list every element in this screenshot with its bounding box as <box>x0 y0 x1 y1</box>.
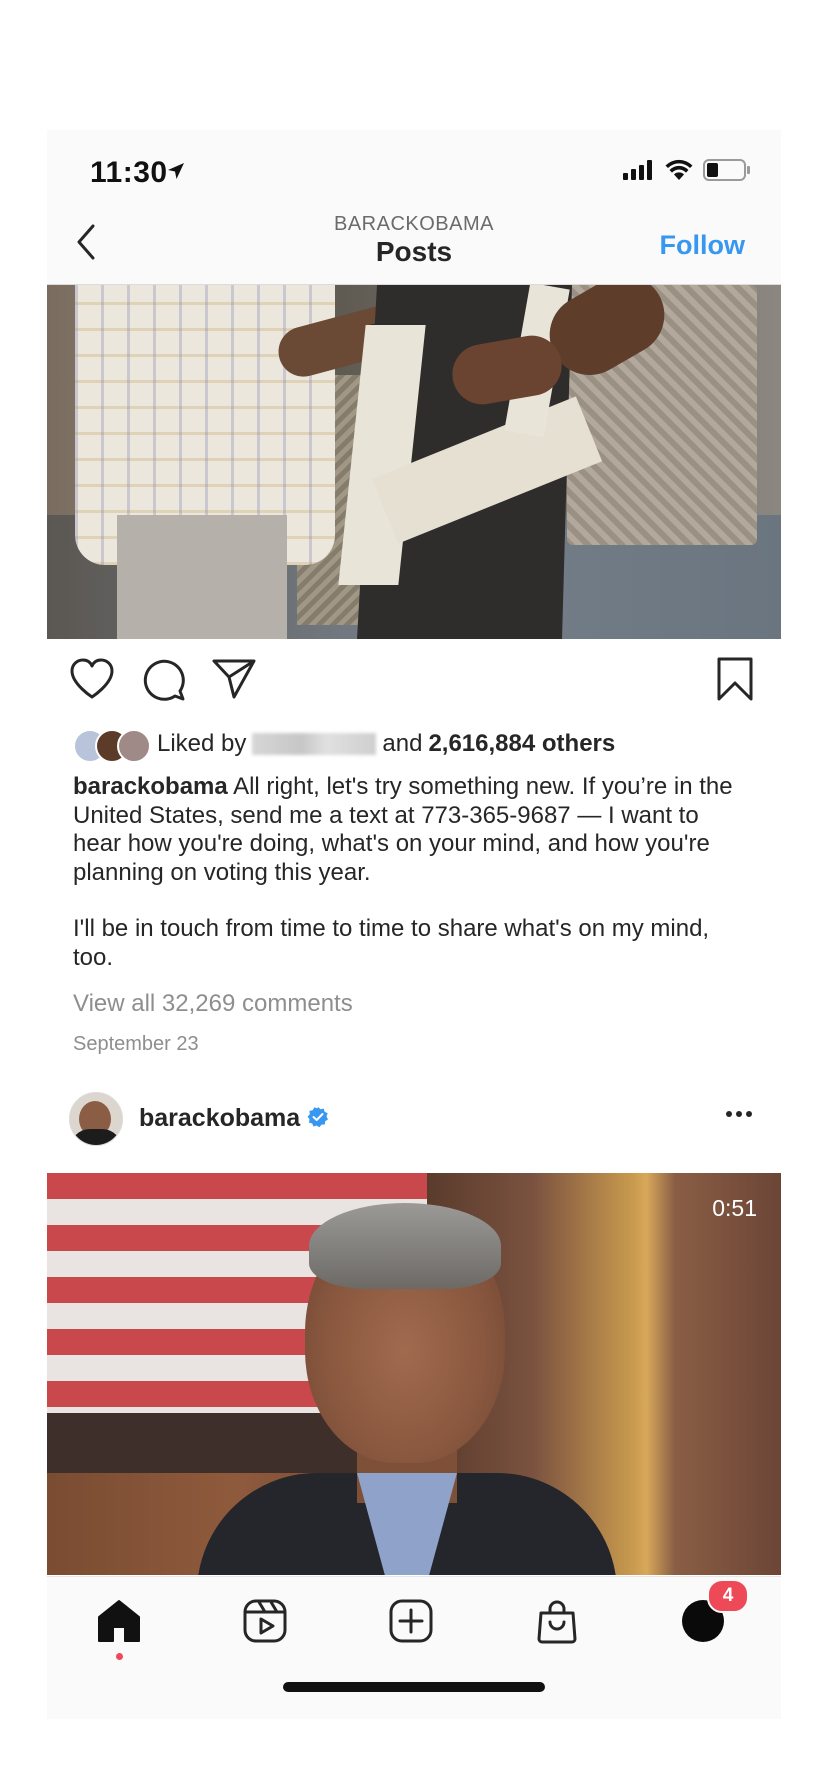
liked-and-label: and <box>382 730 423 757</box>
home-icon[interactable] <box>95 1597 143 1645</box>
post-actions <box>47 640 781 720</box>
battery-icon <box>703 159 750 181</box>
tab-bar: 4 <box>47 1576 781 1719</box>
avatar <box>117 729 151 763</box>
reels-icon[interactable] <box>241 1597 289 1645</box>
blurred-username <box>252 733 377 755</box>
top-bar: 11:30 BARACKOBAMA Posts Follow <box>47 130 781 285</box>
post-video[interactable]: 0:51 <box>47 1173 781 1575</box>
view-comments-link[interactable]: View all 32,269 comments <box>73 990 353 1018</box>
app-screen: 11:30 BARACKOBAMA Posts Follow Liked by … <box>47 130 781 1719</box>
caption-text-2: I'll be in touch from time to time to sh… <box>73 915 710 971</box>
notification-badge: 4 <box>707 1579 749 1613</box>
post-header: barackobama <box>47 1088 781 1152</box>
wifi-icon <box>665 159 693 180</box>
new-post-icon[interactable] <box>387 1597 435 1645</box>
avatar[interactable] <box>69 1092 123 1146</box>
home-active-dot <box>116 1653 123 1660</box>
post-date: September 23 <box>73 1033 199 1055</box>
home-indicator[interactable] <box>283 1682 545 1692</box>
shop-icon[interactable] <box>533 1597 581 1645</box>
more-options-icon[interactable] <box>725 1110 753 1118</box>
status-time: 11:30 <box>90 156 168 189</box>
post-caption: barackobama All right, let's try somethi… <box>73 773 753 972</box>
post-username[interactable]: barackobama <box>139 1104 300 1133</box>
post-image[interactable] <box>47 285 781 639</box>
location-arrow-icon <box>168 163 184 179</box>
bookmark-icon[interactable] <box>715 656 755 702</box>
video-duration: 0:51 <box>712 1195 757 1221</box>
share-icon[interactable] <box>212 658 256 700</box>
verified-badge-icon <box>307 1107 328 1128</box>
signal-icon <box>623 160 652 180</box>
liker-avatars <box>73 729 151 763</box>
likes-summary[interactable]: Liked by and 2,616,884 others <box>73 725 615 763</box>
heart-icon[interactable] <box>69 658 115 700</box>
liked-others-count[interactable]: 2,616,884 others <box>428 730 615 757</box>
liked-by-label: Liked by <box>157 730 247 757</box>
caption-username[interactable]: barackobama <box>73 773 228 800</box>
follow-button[interactable]: Follow <box>660 230 745 261</box>
status-icons <box>623 158 751 182</box>
comment-icon[interactable] <box>142 658 186 702</box>
